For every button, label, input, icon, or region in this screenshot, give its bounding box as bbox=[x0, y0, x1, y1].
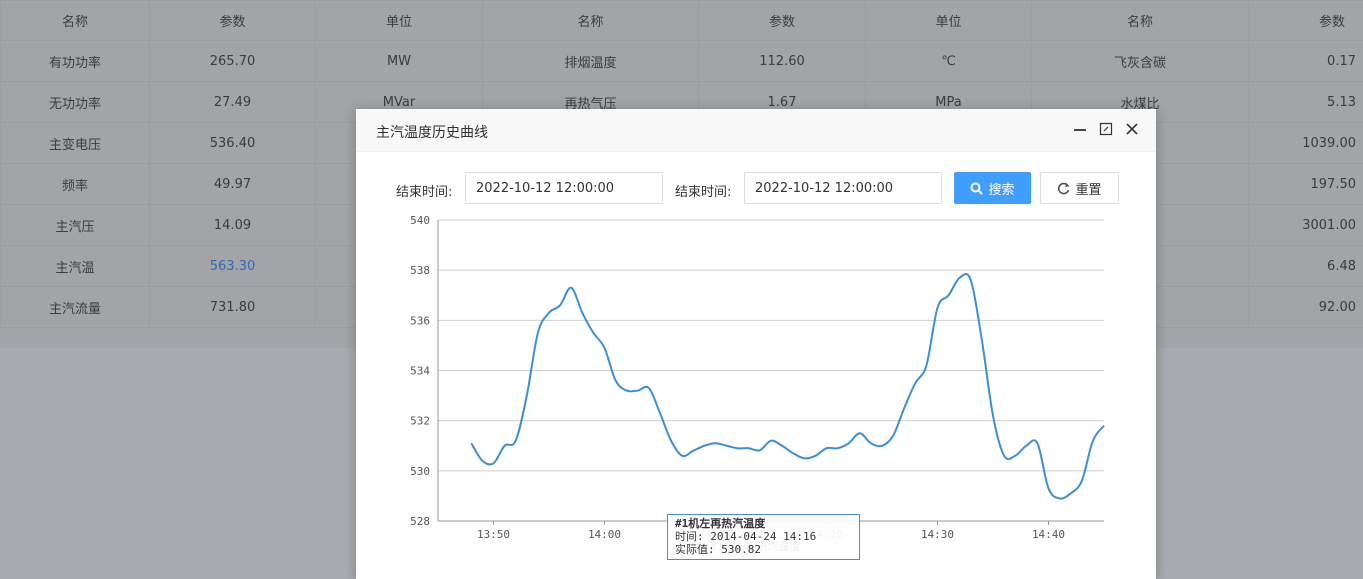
table-cell: 27.49 bbox=[150, 82, 316, 123]
table-cell: 265.70 bbox=[150, 41, 316, 82]
col-header: 参数 bbox=[150, 1, 316, 41]
y-tick-label: 530 bbox=[410, 465, 430, 478]
table-cell: 飞灰含碳 bbox=[1032, 41, 1249, 82]
y-tick-label: 532 bbox=[410, 415, 430, 428]
table-cell[interactable]: 563.30 bbox=[150, 246, 316, 287]
table-cell: 主汽温 bbox=[1, 246, 150, 287]
reset-button-label: 重置 bbox=[1075, 179, 1101, 198]
table-cell: 排烟温度 bbox=[483, 41, 699, 82]
col-header: 单位 bbox=[866, 1, 1032, 41]
refresh-icon bbox=[1057, 182, 1070, 195]
y-tick-label: 540 bbox=[410, 215, 430, 227]
table-cell: 3001.00 bbox=[1249, 205, 1363, 246]
col-header: 名称 bbox=[1, 1, 150, 41]
table-cell: MW bbox=[316, 41, 483, 82]
table-cell: 92.00 bbox=[1249, 287, 1363, 328]
table-row: 有功功率265.70MW排烟温度112.60℃飞灰含碳0.17 bbox=[1, 41, 1363, 82]
chart-background bbox=[396, 215, 1116, 565]
col-header: 名称 bbox=[1032, 1, 1249, 41]
reset-button[interactable]: 重置 bbox=[1040, 172, 1119, 204]
x-tick-label: 13:50 bbox=[477, 528, 510, 541]
table-cell: 主汽压 bbox=[1, 205, 150, 246]
table-cell: 536.40 bbox=[150, 123, 316, 164]
table-cell: 主汽流量 bbox=[1, 287, 150, 328]
temperature-chart: 52853053253453653854013:5014:0014:1014:2… bbox=[396, 215, 1116, 565]
search-button-label: 搜索 bbox=[988, 179, 1014, 198]
table-cell: 14.09 bbox=[150, 205, 316, 246]
table-cell: ℃ bbox=[866, 41, 1032, 82]
x-tick-label: 14:30 bbox=[921, 528, 954, 541]
table-cell: 6.48 bbox=[1249, 246, 1363, 287]
col-header: 名称 bbox=[483, 1, 699, 41]
table-header-row: 名称 参数 单位 名称 参数 单位 名称 参数 bbox=[1, 1, 1363, 41]
history-curve-dialog: 主汽温度历史曲线 结束时间: 2022-10-12 12:00:00 结束时间:… bbox=[356, 109, 1156, 579]
tooltip-time-label: 时间: bbox=[675, 530, 704, 543]
table-cell: 0.17 bbox=[1249, 41, 1363, 82]
maximize-icon[interactable] bbox=[1098, 121, 1114, 137]
table-cell: 112.60 bbox=[699, 41, 866, 82]
search-button[interactable]: 搜索 bbox=[954, 172, 1031, 204]
y-tick-label: 538 bbox=[410, 264, 430, 277]
chart-svg: 52853053253453653854013:5014:0014:1014:2… bbox=[396, 215, 1116, 565]
minimize-icon[interactable] bbox=[1072, 121, 1088, 137]
table-cell: 1039.00 bbox=[1249, 123, 1363, 164]
x-tick-label: 14:40 bbox=[1032, 528, 1065, 541]
dialog-title: 主汽温度历史曲线 bbox=[376, 122, 488, 142]
chart-tooltip: #1机左再热汽温度 时间: 2014-04-24 14:16 实际值: 530.… bbox=[667, 514, 860, 560]
end-time-label: 结束时间: bbox=[675, 181, 731, 200]
search-icon bbox=[970, 182, 983, 195]
table-cell: 49.97 bbox=[150, 164, 316, 205]
y-tick-label: 534 bbox=[410, 365, 430, 378]
table-cell: 无功功率 bbox=[1, 82, 150, 123]
end-time-input[interactable]: 2022-10-12 12:00:00 bbox=[744, 172, 942, 204]
close-icon[interactable] bbox=[1124, 121, 1140, 137]
table-cell: 197.50 bbox=[1249, 164, 1363, 205]
dialog-header: 主汽温度历史曲线 bbox=[356, 109, 1156, 152]
col-header: 参数 bbox=[699, 1, 866, 41]
tooltip-series: #1机左再热汽温度 bbox=[675, 517, 852, 530]
table-cell: 主变电压 bbox=[1, 123, 150, 164]
x-tick-label: 14:00 bbox=[588, 528, 621, 541]
tooltip-value-label: 实际值: bbox=[675, 543, 715, 556]
table-cell: 5.13 bbox=[1249, 82, 1363, 123]
table-cell: 频率 bbox=[1, 164, 150, 205]
tooltip-time: 2014-04-24 14:16 bbox=[710, 530, 816, 543]
y-tick-label: 536 bbox=[410, 314, 430, 327]
y-tick-label: 528 bbox=[410, 515, 430, 528]
table-cell: 有功功率 bbox=[1, 41, 150, 82]
filter-bar: 结束时间: 2022-10-12 12:00:00 结束时间: 2022-10-… bbox=[356, 172, 1156, 206]
col-header: 参数 bbox=[1249, 1, 1363, 41]
start-time-label: 结束时间: bbox=[396, 181, 452, 200]
start-time-input[interactable]: 2022-10-12 12:00:00 bbox=[465, 172, 663, 204]
table-cell: 731.80 bbox=[150, 287, 316, 328]
tooltip-value: 530.82 bbox=[721, 543, 761, 556]
col-header: 单位 bbox=[316, 1, 483, 41]
